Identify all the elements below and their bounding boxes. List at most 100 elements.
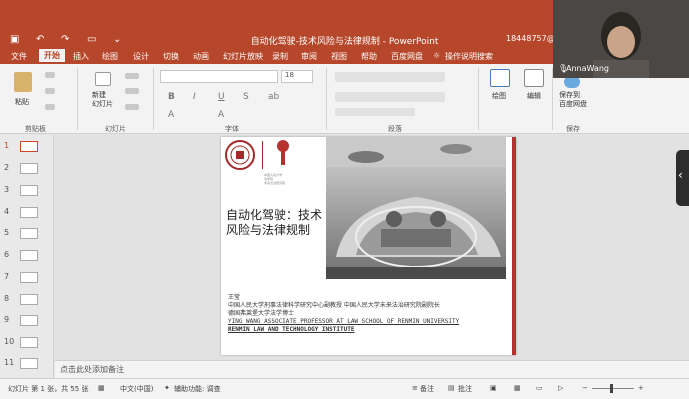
group-label-save: 保存 [566,125,580,133]
tab-insert[interactable]: 插入 [73,51,89,62]
accessibility-icon[interactable]: ✦ [164,384,170,392]
institute-name-en: RENMIN LAW AND TECHNOLOGY INSTITUTE [228,326,355,333]
zoom-slider[interactable] [592,388,634,389]
spellcheck-icon[interactable]: ▦ [98,384,105,392]
thumb-number: 11 [4,358,15,367]
group-label-font: 字体 [225,125,239,133]
cut-icon[interactable] [45,72,55,78]
italic-button[interactable]: I [193,92,196,102]
renmin-university-logo [225,140,255,170]
thumb-number: 10 [4,337,15,346]
comments-icon[interactable]: ▤ [448,384,455,392]
lightbulb-icon[interactable]: ☼ [433,51,440,60]
slide-thumbnail[interactable] [20,185,38,196]
save-to-baidu-button[interactable]: 保存到 百度网盘 [559,91,587,109]
bold-button[interactable]: B [168,92,175,102]
strikethrough-button[interactable]: ab [268,92,279,102]
draw-button[interactable]: 绘图 [492,91,506,101]
tab-draw[interactable]: 绘图 [102,51,118,62]
slide-thumbnail[interactable] [20,228,38,239]
new-slide-icon[interactable] [95,72,111,86]
slide-accent-bar [512,137,516,355]
tab-baidu[interactable]: 百度网盘 [391,51,423,62]
paragraph-list-tools[interactable] [335,72,445,82]
slide-title-line2: 风险与法律规制 [226,223,311,237]
slide-thumbnail[interactable] [20,294,38,305]
group-label-clipboard: 剪贴板 [25,125,46,133]
language[interactable]: 中文(中国) [120,384,153,394]
logo-caption: 中国人民大学 法学院 未来法治研究院 [264,173,286,185]
tab-record[interactable]: 录制 [272,51,288,62]
tab-help[interactable]: 帮助 [361,51,377,62]
shadow-button[interactable]: S [243,92,249,102]
thumb-number: 4 [4,207,10,216]
layout-icon[interactable] [125,73,139,79]
slide-title[interactable]: 自动化驾驶：技术 风险与法律规制 [226,208,338,238]
font-size-input[interactable]: 18 [281,70,313,83]
paste-icon[interactable] [14,72,32,92]
tab-view[interactable]: 视图 [331,51,347,62]
edit-button[interactable]: 编辑 [527,91,541,101]
thumb-number: 3 [4,185,10,194]
underline-button[interactable]: U [218,92,225,102]
notes-placeholder[interactable]: 点击此处添加备注 [60,364,124,375]
divider [478,68,479,130]
comments-button[interactable]: 批注 [458,384,472,394]
paragraph-align-tools[interactable] [335,92,445,102]
author-degree: 德国弗莱堡大学法学博士 [228,310,295,317]
side-panel-toggle[interactable]: ‹ [676,150,689,206]
reset-icon[interactable] [125,88,139,94]
slide-thumbnail[interactable] [20,358,38,369]
car-illustration [326,137,506,279]
retro-self-driving-car-photo [326,137,506,279]
slideshow-icon[interactable]: ▷ [558,384,563,392]
thumb-number: 1 [4,141,10,150]
tab-animations[interactable]: 动画 [193,51,209,62]
clear-format-icon[interactable]: A [218,110,224,120]
paragraph-spacing-tools[interactable] [335,108,415,116]
divider [153,68,154,130]
notes-pane[interactable] [55,360,689,378]
slide-sorter-icon[interactable]: ▦ [514,384,521,392]
shapes-icon[interactable] [490,69,510,87]
group-label-slides: 幻灯片 [105,125,126,133]
font-name-input[interactable] [160,70,278,83]
tell-me-search[interactable]: 操作说明搜索 [445,51,493,62]
section-icon[interactable] [125,104,139,110]
logo-divider [262,141,263,169]
copy-icon[interactable] [45,88,55,94]
accessibility-status[interactable]: 辅助功能: 调查 [174,384,221,394]
powerpoint-window: ▣ ↶ ↷ ▭ ⌄ 自动化驾驶-技术风险与法律规制 - PowerPoint 1… [0,0,689,399]
slide-thumbnail[interactable] [20,315,38,326]
divider [326,68,327,130]
tab-review[interactable]: 审阅 [301,51,317,62]
normal-view-icon[interactable]: ▣ [490,384,497,392]
format-painter-icon[interactable] [45,104,55,110]
notes-button[interactable]: 备注 [420,384,434,394]
zoom-slider-thumb[interactable] [610,384,613,393]
slide-thumbnail[interactable] [20,250,38,261]
slide-thumbnail[interactable] [20,337,38,348]
thumb-number: 8 [4,294,10,303]
paste-button[interactable]: 粘贴 [15,97,29,107]
reading-view-icon[interactable]: ▭ [536,384,543,392]
slide-thumbnail[interactable] [20,141,38,152]
font-color-icon[interactable]: A [168,110,174,120]
slide-thumbnail[interactable] [20,272,38,283]
tab-home[interactable]: 开始 [39,49,65,62]
tab-transitions[interactable]: 切换 [163,51,179,62]
slide-count: 幻灯片 第 1 张，共 55 张 [8,385,89,393]
divider [77,68,78,130]
tab-file[interactable]: 文件 [11,51,27,62]
new-slide-button[interactable]: 新建 幻灯片 [92,91,113,109]
slide-title-line1: 自动化驾驶：技术 [226,208,323,222]
thumb-number: 7 [4,272,10,281]
zoom-in-icon[interactable]: + [638,384,644,392]
slide-thumbnail[interactable] [20,207,38,218]
notes-icon[interactable]: ≡ [412,384,418,392]
zoom-out-icon[interactable]: − [582,384,588,392]
tab-design[interactable]: 设计 [133,51,149,62]
find-icon[interactable] [524,69,544,87]
tab-slideshow[interactable]: 幻灯片放映 [223,51,263,62]
slide-thumbnail[interactable] [20,163,38,174]
